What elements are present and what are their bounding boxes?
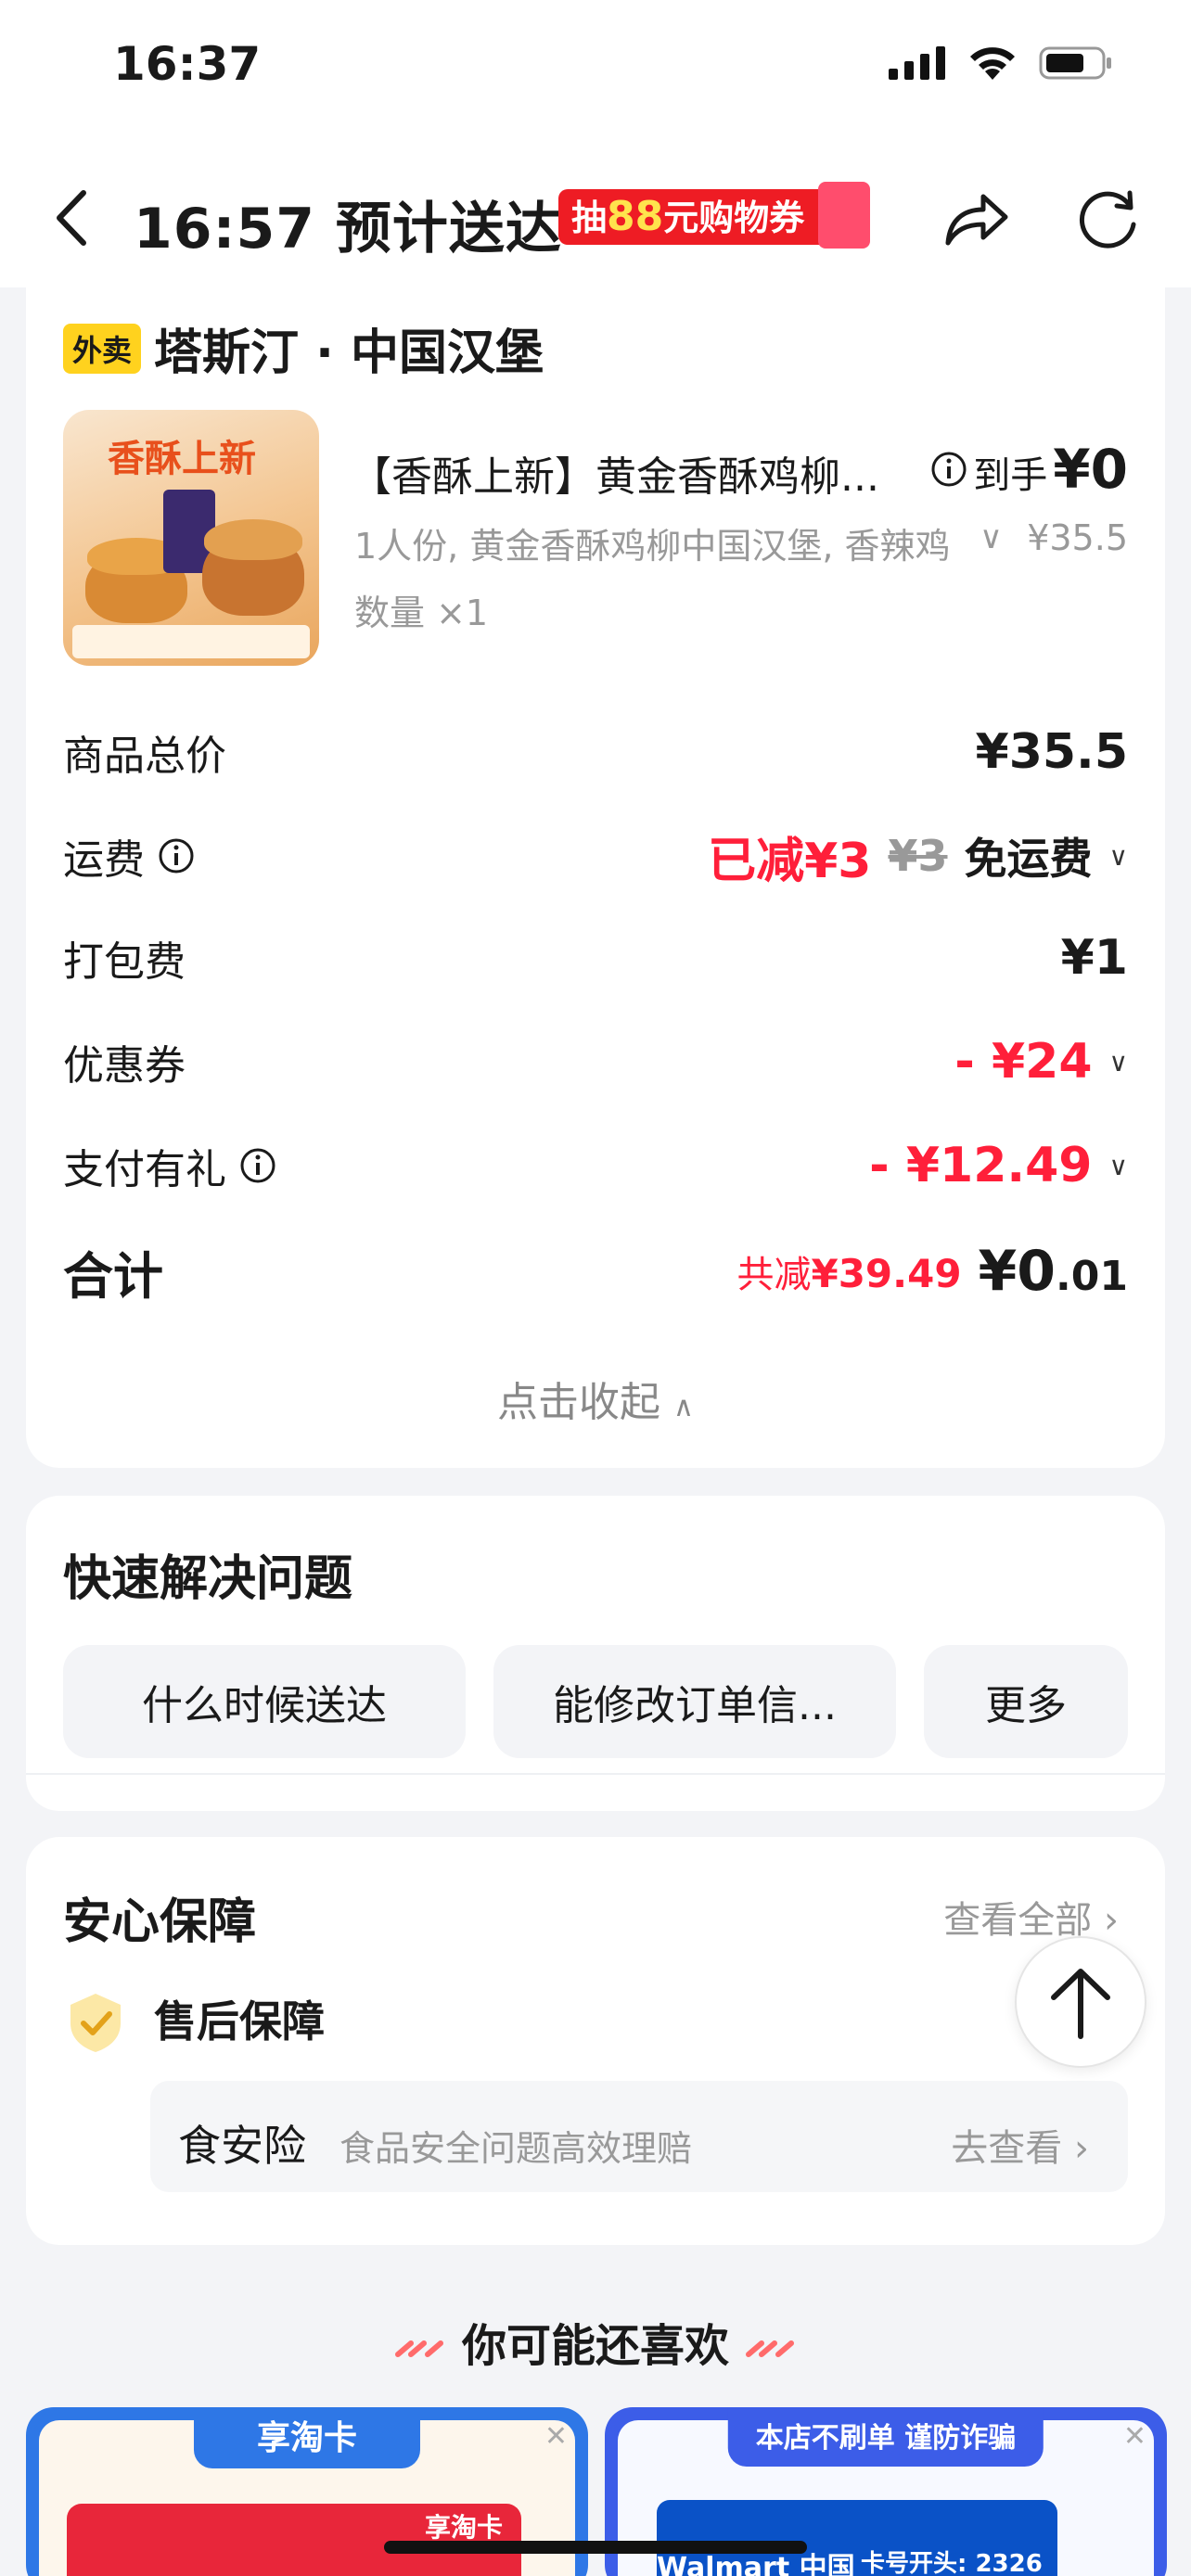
product-spec: 1人份, 黄金香酥鸡柳中国汉堡, 香辣鸡 [354, 526, 951, 567]
back-arrow-icon[interactable] [46, 185, 102, 250]
shipping-fee-row[interactable]: 运费 已减¥3 ¥3 免运费 ∨ [63, 823, 1129, 889]
chevron-down-icon: ∨ [1108, 1150, 1129, 1181]
view-all-link[interactable]: 查看全部 › [943, 1890, 1119, 1944]
refresh-icon[interactable] [1074, 185, 1141, 252]
chevron-down-icon: ∨ [1108, 840, 1129, 872]
close-icon[interactable]: ✕ [1123, 2420, 1146, 2453]
collapse-button[interactable]: 点击收起 ∧ [0, 1369, 1191, 1428]
battery-icon [1039, 46, 1111, 80]
card-number: 卡号开头: 2326 [861, 2550, 1043, 2576]
total-discount: 共减¥39.49 [736, 1251, 962, 1296]
coupon-lottery-badge[interactable]: 抽88元购物券 [558, 182, 870, 249]
chevron-right-icon: › [1104, 1899, 1119, 1942]
food-safety-insurance[interactable]: 食安险 食品安全问题高效理赔 去查看 › [150, 2081, 1128, 2192]
packing-fee-value: ¥1 [1060, 930, 1128, 986]
packing-fee-row: 打包费 ¥1 [63, 930, 1128, 986]
product-quantity: 数量 ×1 [354, 593, 489, 633]
arrow-up-icon [1051, 1969, 1110, 2039]
quick-help-title: 快速解决问题 [63, 1551, 353, 1607]
home-indicator [384, 2541, 807, 2554]
divider [26, 1773, 1165, 1775]
info-icon[interactable] [239, 1147, 276, 1184]
shield-check-icon [70, 1994, 121, 2052]
final-price[interactable]: 到手 ¥0 [930, 438, 1128, 501]
delivery-eta-title: 16:57 预计送达 [134, 197, 562, 261]
status-icons [889, 45, 1113, 82]
shipping-original: ¥3 [888, 831, 948, 881]
after-sale-guarantee: 售后保障 [154, 1996, 325, 2047]
store-row[interactable]: 外卖 塔斯汀 · 中国汉堡 [63, 313, 544, 383]
help-chip-modify-order[interactable]: 能修改订单信... [493, 1645, 896, 1758]
gift-icon [818, 182, 870, 249]
coupon-row[interactable]: 优惠券 - ¥24 ∨ [63, 1029, 1128, 1094]
recommend-tag: 享淘卡 [193, 2407, 421, 2468]
product-name[interactable]: 【香酥上新】黄金香酥鸡柳... [351, 443, 907, 503]
pay-gift-value: - ¥12.49 [869, 1138, 1093, 1193]
recommend-title: 你可能还喜欢 [0, 2309, 1191, 2374]
decoration-icon [395, 2340, 444, 2357]
shipping-discount: 已减¥3 [708, 833, 872, 889]
takeout-tag: 外卖 [63, 323, 142, 374]
decoration-icon [745, 2340, 794, 2357]
original-price: ¥35.5 [1027, 517, 1128, 558]
total-amount: ¥0.01 [978, 1239, 1128, 1304]
help-chip-more[interactable]: 更多 [924, 1645, 1128, 1758]
status-time: 16:37 [113, 37, 262, 91]
info-icon[interactable] [158, 837, 195, 874]
total-row: 合计 共减¥39.49 ¥0.01 [63, 1239, 1128, 1306]
scroll-to-top-button[interactable] [1015, 1936, 1146, 2068]
status-bar: 16:37 [0, 0, 1191, 139]
goods-total-value: ¥35.5 [975, 724, 1128, 780]
wifi-icon [970, 47, 1015, 80]
info-icon [931, 452, 967, 487]
help-chip-when-delivered[interactable]: 什么时候送达 [63, 1645, 466, 1758]
go-view-link: 去查看 › [951, 2127, 1089, 2170]
goods-total-row: 商品总价 ¥35.5 [63, 724, 1128, 780]
chevron-down-icon: ∨ [1108, 1046, 1129, 1078]
close-icon[interactable]: ✕ [544, 2420, 568, 2453]
chevron-down-icon[interactable]: ∨ [980, 519, 1003, 556]
store-name: 塔斯汀 · 中国汉堡 [154, 325, 544, 381]
product-image[interactable]: 香酥上新 [63, 410, 319, 666]
safety-title: 安心保障 [63, 1894, 257, 1950]
share-icon[interactable] [941, 185, 1011, 250]
chevron-up-icon: ∧ [673, 1391, 694, 1423]
coupon-value: - ¥24 [954, 1034, 1093, 1090]
signal-icon [889, 46, 945, 80]
free-shipping: 免运费 [964, 834, 1093, 884]
recommend-tag: 本店不刷单 谨防诈骗 [727, 2407, 1044, 2467]
pay-gift-row[interactable]: 支付有礼 - ¥12.49 ∨ [63, 1133, 1128, 1198]
